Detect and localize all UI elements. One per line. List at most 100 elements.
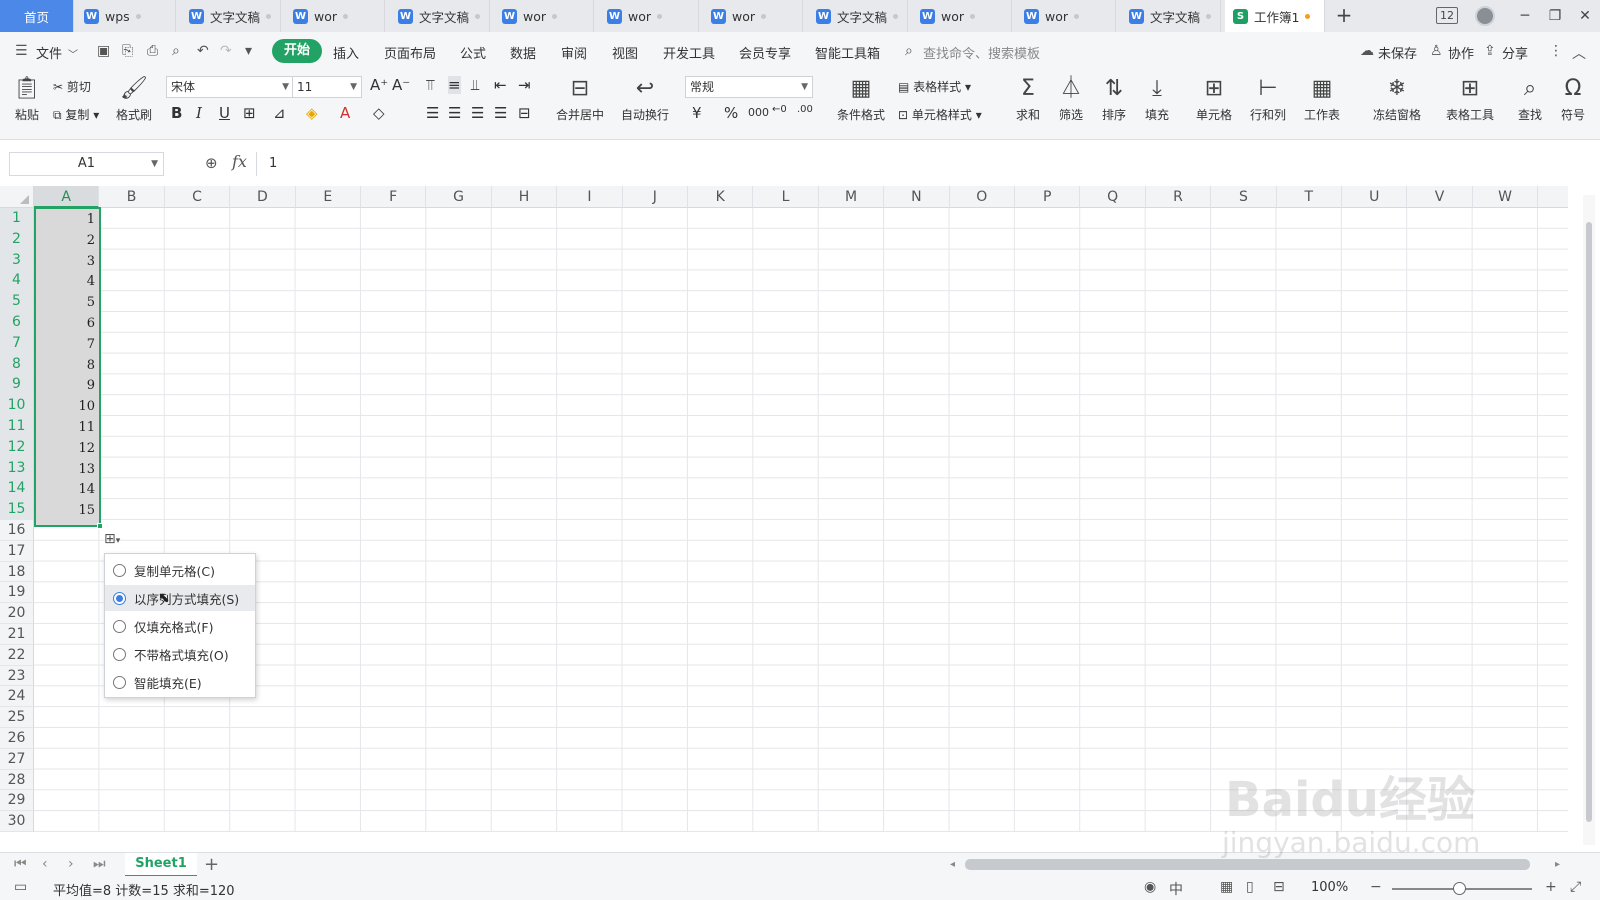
row-header-2[interactable]: 2 xyxy=(0,228,34,250)
macro-record-icon[interactable]: ▭ xyxy=(14,879,27,895)
cell-a1[interactable]: 1 xyxy=(34,210,99,231)
row-header-14[interactable]: 14 xyxy=(0,478,34,500)
thousands-icon[interactable]: 000 xyxy=(748,106,769,119)
justify-icon[interactable]: ☰ xyxy=(494,104,507,122)
column-header-b[interactable]: B xyxy=(99,186,165,208)
share-button[interactable]: 分享 xyxy=(1502,43,1528,62)
collapse-ribbon-icon[interactable]: ︿ xyxy=(1572,43,1586,63)
tab-doc-6[interactable]: Wwor xyxy=(599,0,699,32)
tab-home[interactable]: 首页 xyxy=(0,0,74,32)
symbol-button[interactable]: Ω 符号 xyxy=(1555,74,1591,123)
column-header-j[interactable]: J xyxy=(622,186,688,208)
menu-tab-data[interactable]: 数据 xyxy=(510,43,536,62)
redo-icon[interactable]: ↷ xyxy=(220,43,232,59)
bold-icon[interactable]: B xyxy=(171,104,182,122)
cell-a6[interactable]: 6 xyxy=(34,314,99,335)
vertical-scroll-thumb[interactable] xyxy=(1586,222,1592,822)
row-header-23[interactable]: 23 xyxy=(0,665,34,687)
table-tools-button[interactable]: ⊞ 表格工具 xyxy=(1441,74,1499,123)
cell-a15[interactable]: 15 xyxy=(34,501,99,522)
paste-button[interactable]: 📋︎ 粘贴 xyxy=(10,74,44,123)
sum-button[interactable]: Σ 求和 xyxy=(1010,74,1046,123)
tab-doc-9[interactable]: Wwor xyxy=(912,0,1012,32)
freeze-panes-button[interactable]: ❄ 冻结窗格 xyxy=(1366,74,1428,123)
menu-tab-smart-toolbox[interactable]: 智能工具箱 xyxy=(815,43,880,62)
row-header-29[interactable]: 29 xyxy=(0,790,34,812)
row-header-21[interactable]: 21 xyxy=(0,624,34,645)
row-header-24[interactable]: 24 xyxy=(0,686,34,708)
cell-a7[interactable]: 7 xyxy=(34,335,99,356)
decrease-font-icon[interactable]: A⁻ xyxy=(392,76,410,94)
row-header-15[interactable]: 15 xyxy=(0,499,34,520)
column-header-n[interactable]: N xyxy=(884,186,950,208)
column-header-w[interactable]: W xyxy=(1472,186,1539,208)
scroll-right-icon[interactable]: ▸ xyxy=(1555,859,1560,870)
vertical-scrollbar[interactable] xyxy=(1583,195,1595,845)
row-header-13[interactable]: 13 xyxy=(0,457,34,479)
menu-tab-insert[interactable]: 插入 xyxy=(333,43,359,62)
file-menu[interactable]: 文件 xyxy=(36,43,62,62)
undo-icon[interactable]: ↶ xyxy=(197,43,209,59)
column-header-v[interactable]: V xyxy=(1407,186,1473,208)
radio-button[interactable] xyxy=(113,675,126,689)
align-left-icon[interactable]: ☰ xyxy=(426,104,439,122)
column-header-l[interactable]: L xyxy=(753,186,819,208)
collaborate-button[interactable]: 协作 xyxy=(1448,43,1474,62)
row-header-27[interactable]: 27 xyxy=(0,748,34,770)
zoom-level[interactable]: 100% xyxy=(1311,880,1348,895)
filter-button[interactable]: ⏃ 筛选 xyxy=(1053,74,1089,123)
search-icon[interactable]: ⌕ xyxy=(905,43,913,59)
cell-grid[interactable] xyxy=(34,208,1568,832)
column-header-m[interactable]: M xyxy=(818,186,885,208)
close-icon[interactable]: ✕ xyxy=(1570,0,1600,32)
tab-doc-4[interactable]: W 文字文稿 xyxy=(390,0,490,32)
table-style-button[interactable]: ▤ 表格样式 ▾ xyxy=(898,78,971,95)
underline-icon[interactable]: U xyxy=(219,104,230,122)
new-tab-button[interactable]: + xyxy=(1330,0,1358,32)
row-header-26[interactable]: 26 xyxy=(0,728,34,749)
border-icon[interactable]: ⊞ xyxy=(243,104,256,122)
zoom-formula-icon[interactable]: ⊕ xyxy=(205,154,218,172)
zoom-in-icon[interactable]: + xyxy=(1545,879,1557,895)
column-header-t[interactable]: T xyxy=(1276,186,1342,208)
sort-button[interactable]: ⇅ 排序 xyxy=(1096,74,1132,123)
cell-a8[interactable]: 8 xyxy=(34,356,99,377)
align-bottom-icon[interactable]: ⫫ xyxy=(471,76,479,94)
row-header-17[interactable]: 17 xyxy=(0,540,34,562)
minimize-icon[interactable]: ─ xyxy=(1510,0,1540,32)
row-header-28[interactable]: 28 xyxy=(0,769,34,791)
input-method-icon[interactable]: 中 xyxy=(1169,879,1183,899)
cell-a10[interactable]: 10 xyxy=(34,397,99,418)
worksheet-button[interactable]: ▦ 工作表 xyxy=(1298,74,1346,123)
number-format-select[interactable]: 常规 ▼ xyxy=(685,76,813,98)
fullscreen-icon[interactable]: ⤢ xyxy=(1570,879,1581,895)
cell-a11[interactable]: 11 xyxy=(34,418,99,439)
column-header-i[interactable]: I xyxy=(557,186,623,208)
radio-button[interactable] xyxy=(113,619,126,633)
column-header-f[interactable]: F xyxy=(361,186,427,208)
currency-icon[interactable]: ¥ xyxy=(692,104,702,122)
fill-color-icon[interactable]: ◈ xyxy=(306,104,318,122)
cell-a3[interactable]: 3 xyxy=(34,252,99,273)
row-header-5[interactable]: 5 xyxy=(0,291,34,312)
save-icon[interactable]: ▣ xyxy=(97,43,110,59)
column-header-o[interactable]: O xyxy=(949,186,1015,208)
find-button[interactable]: ⌕ 查找 xyxy=(1512,74,1548,123)
eraser-format-icon[interactable]: ⊿ xyxy=(273,104,286,122)
fill-handle[interactable] xyxy=(97,523,103,529)
menu-tab-developer[interactable]: 开发工具 xyxy=(663,43,715,62)
row-header-22[interactable]: 22 xyxy=(0,644,34,666)
zoom-slider-knob[interactable] xyxy=(1453,882,1466,895)
autofill-option-fill-series[interactable]: 以序列方式填充(S) xyxy=(105,585,255,611)
horizontal-scroll-thumb[interactable] xyxy=(965,859,1530,870)
export-icon[interactable]: ⎘ xyxy=(122,43,133,59)
restore-icon[interactable]: ❐ xyxy=(1540,0,1570,32)
tab-doc-2[interactable]: W 文字文稿 xyxy=(181,0,281,32)
column-header-h[interactable]: H xyxy=(491,186,558,208)
next-sheet-icon[interactable]: › xyxy=(68,856,74,872)
column-header-e[interactable]: E xyxy=(295,186,361,208)
menu-tab-review[interactable]: 审阅 xyxy=(561,43,587,62)
cell-a2[interactable]: 2 xyxy=(34,231,99,252)
align-top-icon[interactable]: ⫪ xyxy=(426,76,434,94)
menu-tab-view[interactable]: 视图 xyxy=(612,43,638,62)
